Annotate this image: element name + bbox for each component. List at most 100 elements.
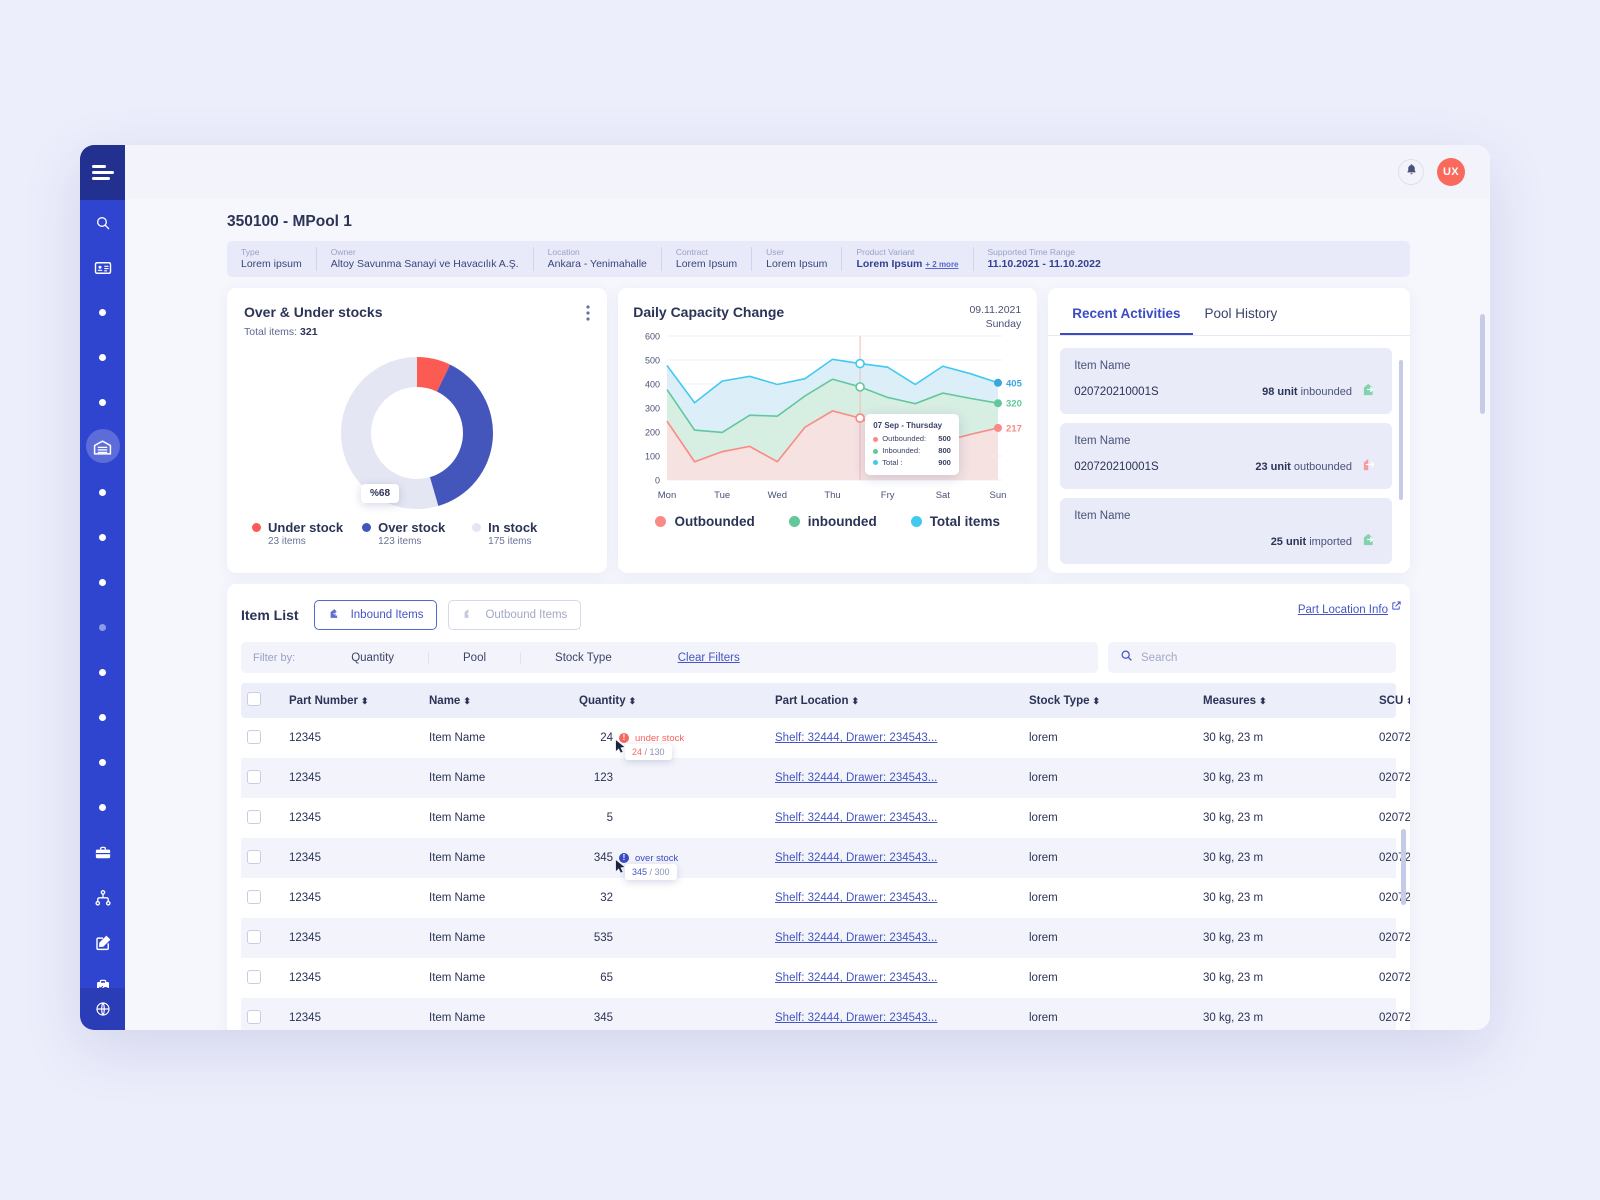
sidebar-item-dot-10[interactable] [80,650,125,695]
donut-card-title: Over & Under stocks [244,304,383,320]
column-header-name[interactable]: Name ⬍ [423,683,573,718]
sidebar [80,145,125,1030]
sort-icon: ⬍ [1259,695,1267,706]
sidebar-item-sitemap[interactable] [80,875,125,920]
sidebar-item-edit[interactable] [80,920,125,965]
tab-recent-activities[interactable]: Recent Activities [1060,288,1193,335]
row-select-cell [241,998,283,1030]
row-checkbox[interactable] [247,809,261,824]
part-location-link[interactable]: Shelf: 32444, Drawer: 234543... [775,932,937,944]
sidebar-item-dot-13[interactable] [80,785,125,830]
row-checkbox[interactable] [247,769,261,784]
quantity-wrap: 65 [579,972,763,984]
cell-part-number: 12345 [289,892,321,904]
table-row[interactable]: 12345 Item Name 345! over stock 345 / 300 She… [241,838,1410,880]
row-checkbox[interactable] [247,1009,261,1024]
sidebar-item-dot-12[interactable] [80,740,125,785]
sidebar-item-search[interactable] [80,200,125,245]
clear-filters-link[interactable]: Clear Filters [646,652,740,664]
activities-scrollbar[interactable] [1399,360,1403,500]
table-row[interactable]: 12345 Item Name 5 Shelf: 32444, Drawer: 234… [241,798,1410,838]
column-header-stock-type[interactable]: Stock Type ⬍ [1023,683,1197,718]
x-axis-tick: Fry [881,490,895,501]
sidebar-item-warehouse[interactable] [80,425,125,470]
kebab-menu-icon[interactable] [586,305,590,326]
sidebar-item-dot-11[interactable] [80,695,125,740]
column-header-part-number[interactable]: Part Number ⬍ [283,683,423,718]
activity-item-qty: 98 unit inbounded [1262,386,1352,398]
filter-quantity[interactable]: Quantity [317,652,428,664]
notifications-button[interactable] [1398,159,1424,185]
meta-label: Product Variant [856,247,915,258]
part-location-link[interactable]: Shelf: 32444, Drawer: 234543... [775,1012,937,1024]
sort-icon: ⬍ [628,695,637,706]
row-checkbox[interactable] [247,929,261,944]
part-location-link[interactable]: Shelf: 32444, Drawer: 234543... [775,812,937,824]
sidebar-item-dot-4[interactable] [80,380,125,425]
tab-pool-history[interactable]: Pool History [1193,288,1290,335]
column-header-measures[interactable]: Measures ⬍ [1197,683,1373,718]
table-row[interactable]: 12345 Item Name 24! under stock 24 / 130 Shel… [241,718,1410,760]
inbound-items-button[interactable]: Inbound Items [313,600,438,630]
item-list-scrollbar[interactable] [1401,829,1406,905]
avatar[interactable]: UX [1437,158,1465,186]
column-header-part-location[interactable]: Part Location ⬍ [769,683,1023,718]
item-list-title: Item List [241,607,299,623]
y-axis-tick: 200 [645,428,660,438]
cell-quantity: 345! over stock 345 / 300 [573,838,769,880]
row-checkbox[interactable] [247,889,261,904]
search-input[interactable] [1141,651,1384,664]
column-header-quantity[interactable]: Quantity ⬍ [573,683,769,718]
outbound-items-button[interactable]: Outbound Items [448,600,582,630]
part-location-link[interactable]: Shelf: 32444, Drawer: 234543... [775,892,937,904]
sidebar-item-dot-6[interactable] [80,470,125,515]
part-location-link[interactable]: Shelf: 32444, Drawer: 234543... [775,772,937,784]
meta-cell-user: User Lorem Ipsum [751,247,841,271]
sidebar-item-id-card[interactable] [80,245,125,290]
meta-more-link[interactable]: + 2 more [925,260,958,269]
warehouse-icon [93,438,112,457]
row-checkbox[interactable] [247,969,261,984]
part-location-link[interactable]: Shelf: 32444, Drawer: 234543... [775,732,937,744]
sidebar-item-globe[interactable] [80,988,125,1030]
donut-svg [341,357,494,509]
activity-item[interactable]: Item Name 25 unit imported [1060,498,1392,564]
row-checkbox[interactable] [247,729,261,744]
sidebar-item-dot-3[interactable] [80,335,125,380]
outbound-arrow-icon [1361,457,1378,477]
sidebar-item-briefcase[interactable] [80,830,125,875]
row-select-cell [241,758,283,798]
sidebar-item-dot-9[interactable] [80,605,125,650]
quantity-wrap: 24! under stock [579,732,763,744]
table-row[interactable]: 12345 Item Name 345 Shelf: 32444, Drawer: 2… [241,998,1410,1030]
row-checkbox[interactable] [247,849,261,864]
part-location-info-link[interactable]: Part Location Info [1298,604,1388,616]
hover-point[interactable] [855,382,866,392]
tooltip-limit: / 300 [649,867,670,877]
cell-scu: 020720210001S [1373,918,1410,958]
row-select-cell [241,798,283,838]
part-location-link[interactable]: Shelf: 32444, Drawer: 234543... [775,852,937,864]
meta-cell-product-variant: Product Variant Lorem Ipsum + 2 more [841,247,972,271]
sidebar-menu-toggle[interactable] [80,145,125,200]
page-scrollbar[interactable] [1480,314,1485,414]
filter-pool[interactable]: Pool [428,651,520,664]
sidebar-item-dot-2[interactable] [80,290,125,335]
hover-point[interactable] [855,413,866,423]
column-header-scu[interactable]: SCU⬍ [1373,683,1410,718]
activity-item[interactable]: Item Name 020720210001S 23 unit outbounded [1060,423,1392,489]
sidebar-item-dot-7[interactable] [80,515,125,560]
table-row[interactable]: 12345 Item Name 123 Shelf: 32444, Drawer: 2… [241,758,1410,798]
sidebar-item-dot-8[interactable] [80,560,125,605]
activity-item[interactable]: Item Name 020720210001S 98 unit inbounded [1060,348,1392,414]
sitemap-icon [94,889,112,907]
select-all-checkbox[interactable] [247,692,261,706]
search-box[interactable] [1108,642,1396,673]
table-row[interactable]: 12345 Item Name 65 Shelf: 32444, Drawer: 23… [241,958,1410,998]
mouse-cursor-icon [615,859,626,877]
table-row[interactable]: 12345 Item Name 535 Shelf: 32444, Drawer: 2… [241,918,1410,958]
part-location-link[interactable]: Shelf: 32444, Drawer: 234543... [775,972,937,984]
table-row[interactable]: 12345 Item Name 32 Shelf: 32444, Drawer: 23… [241,878,1410,918]
filter-stock-type[interactable]: Stock Type [520,651,646,664]
hover-point[interactable] [855,358,866,369]
